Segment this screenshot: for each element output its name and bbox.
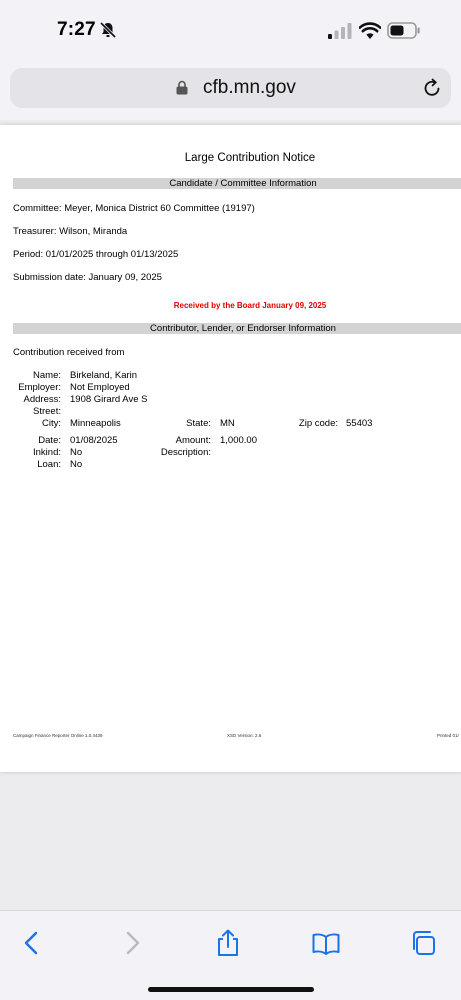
- name-value: Birkeland, Karin: [70, 370, 138, 381]
- amount-value: 1,000.00: [220, 435, 257, 446]
- cellular-signal-icon: [328, 23, 352, 39]
- section-header-candidate: Candidate / Committee Information: [13, 178, 461, 189]
- state-label: State:: [186, 418, 211, 429]
- submission-date-line: Submission date: January 09, 2025: [13, 272, 162, 283]
- amount-label: Amount:: [175, 435, 211, 446]
- lock-icon: [176, 80, 188, 95]
- inkind-label: Inkind:: [33, 447, 61, 458]
- forward-chevron-icon[interactable]: [117, 928, 147, 958]
- home-indicator: [148, 987, 314, 992]
- footer-center: XSD Version: 2.6: [227, 733, 262, 738]
- inkind-value: No: [70, 447, 83, 458]
- footer-left: Campaign Finance Reporter Online 1.0.443…: [13, 733, 103, 738]
- date-value: 01/08/2025: [70, 435, 118, 446]
- received-notice: Received by the Board January 09, 2025: [173, 301, 327, 310]
- back-chevron-icon[interactable]: [17, 928, 47, 958]
- wifi-icon: [359, 22, 381, 39]
- status-bar: 7:27: [0, 0, 461, 62]
- footer-right: Printed 01/: [437, 733, 459, 738]
- city-value: Minneapolis: [70, 418, 121, 429]
- bookmarks-icon[interactable]: [311, 928, 341, 958]
- loan-label: Loan:: [37, 459, 61, 470]
- name-label: Name:: [33, 370, 61, 381]
- bell-slash-icon: [99, 21, 117, 39]
- committee-line: Committee: Meyer, Monica District 60 Com…: [13, 203, 255, 214]
- employer-label: Employer:: [18, 382, 61, 393]
- employer-value: Not Employed: [70, 382, 130, 393]
- address-label: Address:: [23, 394, 62, 405]
- date-label: Date:: [38, 435, 61, 446]
- state-value: MN: [220, 418, 235, 429]
- address-value: 1908 Girard Ave S: [70, 394, 148, 405]
- zip-label: Zip code:: [298, 418, 338, 429]
- period-line: Period: 01/01/2025 through 01/13/2025: [13, 249, 179, 260]
- document-page: Large Contribution Notice Candidate / Co…: [0, 125, 461, 772]
- zip-value: 55403: [346, 418, 373, 429]
- treasurer-line: Treasurer: Wilson, Miranda: [13, 226, 128, 237]
- address-bar[interactable]: cfb.mn.gov: [10, 68, 451, 108]
- tabs-icon[interactable]: [409, 928, 439, 958]
- city-label: City:: [42, 418, 61, 429]
- section-header-contributor: Contributor, Lender, or Endorser Informa…: [13, 323, 461, 334]
- contribution-intro: Contribution received from: [13, 347, 125, 358]
- battery-icon: [387, 22, 420, 39]
- browser-toolbar: [0, 910, 461, 1000]
- address-bar-area: cfb.mn.gov: [0, 62, 461, 120]
- share-icon[interactable]: [213, 928, 243, 958]
- reload-icon[interactable]: [422, 78, 442, 98]
- document-title: Large Contribution Notice: [184, 152, 316, 164]
- description-label: Description:: [160, 447, 211, 458]
- loan-value: No: [70, 459, 83, 470]
- status-time: 7:27: [57, 19, 96, 40]
- street-label: Street:: [33, 406, 61, 417]
- url-text[interactable]: cfb.mn.gov: [203, 77, 296, 99]
